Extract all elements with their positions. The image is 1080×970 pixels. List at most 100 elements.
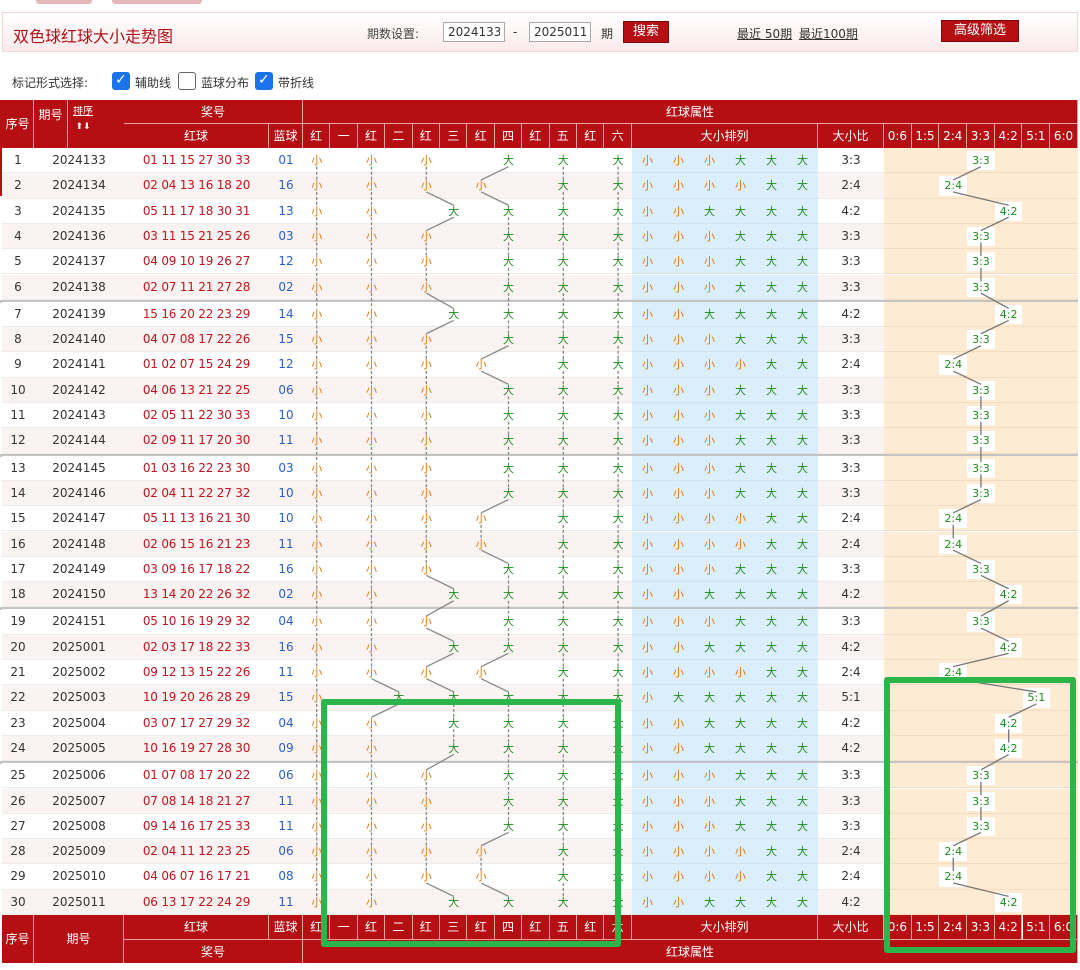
polyline-label: 带折线 [278, 76, 315, 90]
header-pos-1: 一 [330, 124, 358, 148]
header-pos-11: 六 [604, 124, 632, 148]
position-big-mark: 大 [502, 154, 514, 167]
position-big-mark: 大 [612, 255, 624, 269]
position-small-mark: 小 [311, 691, 323, 705]
blue-dist-checkbox[interactable] [178, 72, 196, 90]
ratio-band-background [884, 634, 1078, 660]
row-red-numbers: 03 07 17 27 29 32 [142, 715, 251, 730]
row-blue-number: 11 [278, 894, 294, 909]
order-big-mark: 大 [797, 845, 808, 859]
ratio-mark: 2:4 [939, 663, 968, 683]
row-seq: 19 [10, 614, 26, 629]
position-small-mark: 小 [365, 409, 377, 422]
row-issue: 2025004 [52, 715, 106, 730]
order-small-mark: 小 [704, 666, 715, 679]
position-big-mark: 大 [502, 434, 514, 448]
recent-50-link[interactable]: 最近 50期 [737, 25, 792, 42]
order-big-mark: 大 [766, 512, 777, 526]
order-big-mark: 大 [735, 383, 746, 397]
row-seq: 20 [10, 639, 26, 654]
period-dash: - [513, 25, 518, 39]
ratio-mark: 3:3 [967, 406, 995, 426]
position-big-mark: 大 [502, 333, 514, 347]
row-red-numbers: 01 07 08 17 20 22 [142, 768, 251, 783]
order-big-mark: 大 [766, 794, 777, 808]
order-big-mark: 大 [797, 383, 808, 397]
polyline-checkbox[interactable] [255, 72, 273, 90]
recent-100-link[interactable]: 最近100期 [799, 25, 858, 42]
row-seq: 5 [14, 254, 22, 269]
position-big-mark: 大 [612, 794, 624, 808]
row-issue: 2025002 [52, 665, 106, 679]
position-big-mark: 大 [612, 537, 624, 551]
position-small-mark: 小 [365, 486, 377, 500]
top-tab-1[interactable] [36, 0, 92, 4]
order-big-mark: 大 [735, 588, 746, 602]
row-blue-number: 03 [278, 460, 294, 475]
order-big-mark: 大 [766, 716, 777, 730]
row-blue-number: 03 [278, 228, 294, 243]
order-big-mark: 大 [766, 870, 777, 884]
row-ratio: 3:3 [841, 382, 861, 397]
position-big-mark: 大 [502, 769, 514, 783]
position-small-mark: 小 [311, 512, 323, 526]
order-big-mark: 大 [766, 640, 777, 654]
order-big-mark: 大 [797, 769, 808, 783]
order-small-mark: 小 [642, 537, 653, 551]
aux-line-checkbox[interactable] [112, 72, 130, 90]
order-big-mark: 大 [797, 179, 808, 193]
ratio-band-background [884, 735, 1078, 762]
position-small-mark: 小 [311, 562, 323, 576]
position-small-mark: 小 [365, 615, 377, 629]
position-small-mark: 小 [475, 537, 487, 551]
period-to-input[interactable] [529, 22, 591, 42]
row-red-numbers: 09 14 16 17 25 33 [142, 818, 251, 833]
order-big-mark: 大 [735, 769, 746, 783]
ratio-band-background [884, 710, 1078, 736]
position-big-mark: 大 [502, 307, 514, 321]
row-issue: 2025005 [52, 740, 106, 755]
row-ratio: 3:3 [841, 768, 861, 783]
aux-line-label: 辅助线 [135, 76, 172, 90]
search-button[interactable]: 搜索 [623, 21, 669, 43]
order-small-mark: 小 [673, 409, 684, 422]
row-seq: 13 [10, 460, 26, 475]
period-unit: 期 [601, 27, 614, 41]
period-from-input[interactable] [443, 22, 505, 42]
position-big-mark: 大 [448, 741, 460, 755]
position-big-mark: 大 [612, 307, 624, 321]
footer-order: 大小排列 [632, 915, 818, 939]
footer-ratio: 大小比 [818, 915, 884, 939]
order-big-mark: 大 [797, 204, 808, 218]
order-small-mark: 小 [642, 461, 653, 475]
position-small-mark: 小 [420, 666, 432, 679]
order-big-mark: 大 [797, 819, 808, 833]
position-small-mark: 小 [311, 819, 323, 833]
advanced-filter-button[interactable]: 高级筛选 [941, 20, 1019, 42]
position-big-mark: 大 [448, 640, 460, 654]
footer-pos-3: 二 [385, 915, 413, 939]
order-small-mark: 小 [673, 486, 684, 500]
position-big-mark: 大 [612, 640, 624, 654]
position-small-mark: 小 [311, 895, 323, 909]
header-ratio-0: 0:6 [884, 124, 912, 148]
footer-pos-4: 红 [412, 915, 440, 939]
position-big-mark: 大 [557, 615, 569, 629]
sort-arrows-icon[interactable]: ⬆⬇ [68, 122, 98, 132]
ratio-mark: 3:3 [967, 252, 995, 272]
footer-pos-9: 五 [549, 915, 577, 939]
order-big-mark: 大 [766, 537, 777, 551]
position-small-mark: 小 [365, 358, 377, 372]
order-small-mark: 小 [642, 512, 653, 526]
position-big-mark: 大 [557, 461, 569, 475]
row-issue: 2024134 [52, 178, 106, 193]
order-small-mark: 小 [642, 615, 653, 629]
position-small-mark: 小 [365, 512, 377, 526]
top-tab-2[interactable] [112, 0, 202, 4]
order-small-mark: 小 [704, 383, 715, 397]
row-issue: 2024150 [52, 587, 106, 602]
position-big-mark: 大 [557, 255, 569, 269]
position-small-mark: 小 [365, 819, 377, 833]
header-pos-3: 二 [385, 124, 413, 148]
position-small-mark: 小 [365, 154, 377, 167]
